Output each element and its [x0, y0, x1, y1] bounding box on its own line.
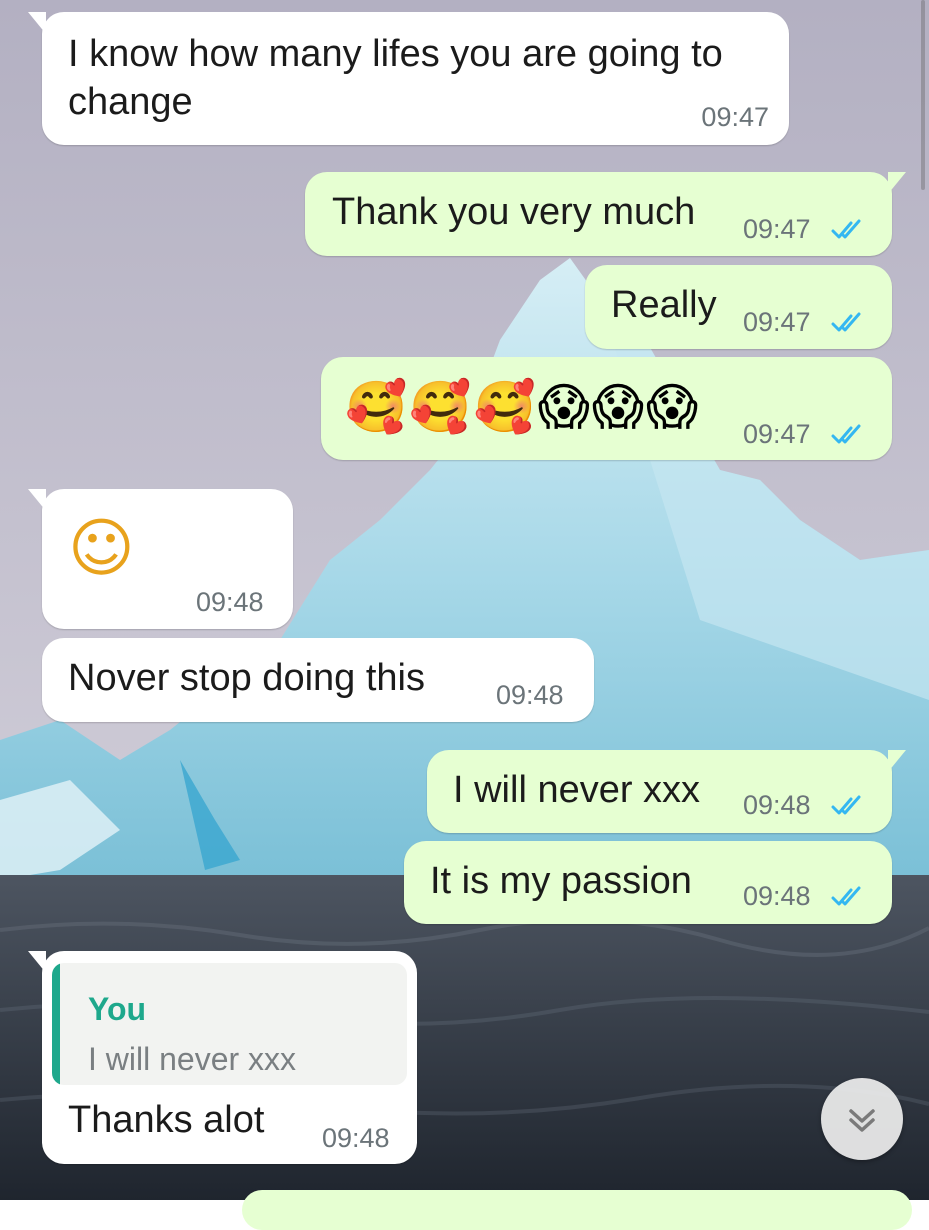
message-bubble-outgoing[interactable]: Really 09:47: [585, 265, 892, 349]
bubble-tail: [28, 951, 46, 973]
double-check-icon: [831, 312, 861, 332]
bubble-tail: [888, 172, 906, 194]
emoji-message-content: ☺: [68, 512, 135, 586]
message-timestamp: 09:48: [743, 790, 811, 820]
message-text: I will never xxx: [453, 769, 701, 811]
message-text: Thank you very much: [332, 191, 696, 233]
message-text: It is my passion: [430, 860, 692, 902]
chat-scrollbar[interactable]: [921, 0, 925, 1200]
message-text: Thanks alot: [68, 1099, 265, 1141]
quote-accent-bar: [52, 963, 60, 1085]
quote-text: I will never xxx: [88, 1041, 297, 1077]
message-timestamp: 09:48: [743, 881, 811, 911]
message-text: Really: [611, 284, 717, 326]
scrollbar-thumb[interactable]: [921, 0, 925, 190]
message-bubble-incoming[interactable]: ☺ 09:48: [28, 489, 293, 629]
double-check-icon: [831, 886, 861, 906]
quoted-message[interactable]: You I will never xxx: [52, 963, 407, 1085]
message-bubble-outgoing-partial[interactable]: [242, 1190, 912, 1230]
double-check-icon: [831, 219, 861, 239]
bubble-tail: [28, 489, 46, 511]
message-bubble-outgoing[interactable]: 🥰🥰🥰😱😱😱 09:47: [321, 357, 892, 460]
message-timestamp: 09:47: [743, 214, 811, 244]
message-text: Nover stop doing this: [68, 657, 425, 699]
message-text: I know how many lifes you are going to c…: [68, 33, 723, 123]
message-bubble-incoming[interactable]: I know how many lifes you are going to c…: [28, 12, 789, 145]
quote-author: You: [88, 991, 147, 1027]
scroll-to-bottom-button[interactable]: [821, 1078, 903, 1160]
bubble-tail: [888, 750, 906, 772]
message-bubble-outgoing[interactable]: It is my passion 09:48: [404, 841, 892, 924]
message-bubble-incoming-reply[interactable]: You I will never xxx Thanks alot 09:48: [28, 951, 417, 1164]
message-bubble-outgoing[interactable]: Thank you very much 09:47: [305, 172, 906, 256]
message-bubble-incoming[interactable]: Nover stop doing this 09:48: [42, 638, 594, 722]
message-bubble-outgoing[interactable]: I will never xxx 09:48: [427, 750, 906, 833]
emoji-message-content: 🥰🥰🥰😱😱😱: [345, 378, 701, 436]
bubble-tail: [28, 12, 46, 34]
double-check-icon: [831, 424, 861, 444]
message-timestamp: 09:47: [701, 102, 769, 132]
message-timestamp: 09:48: [322, 1123, 390, 1153]
message-timestamp: 09:47: [743, 307, 811, 337]
double-chevron-down-icon: [849, 1109, 875, 1132]
message-timestamp: 09:48: [496, 680, 564, 710]
message-timestamp: 09:48: [196, 587, 264, 617]
message-timestamp: 09:47: [743, 419, 811, 449]
double-check-icon: [831, 795, 861, 815]
